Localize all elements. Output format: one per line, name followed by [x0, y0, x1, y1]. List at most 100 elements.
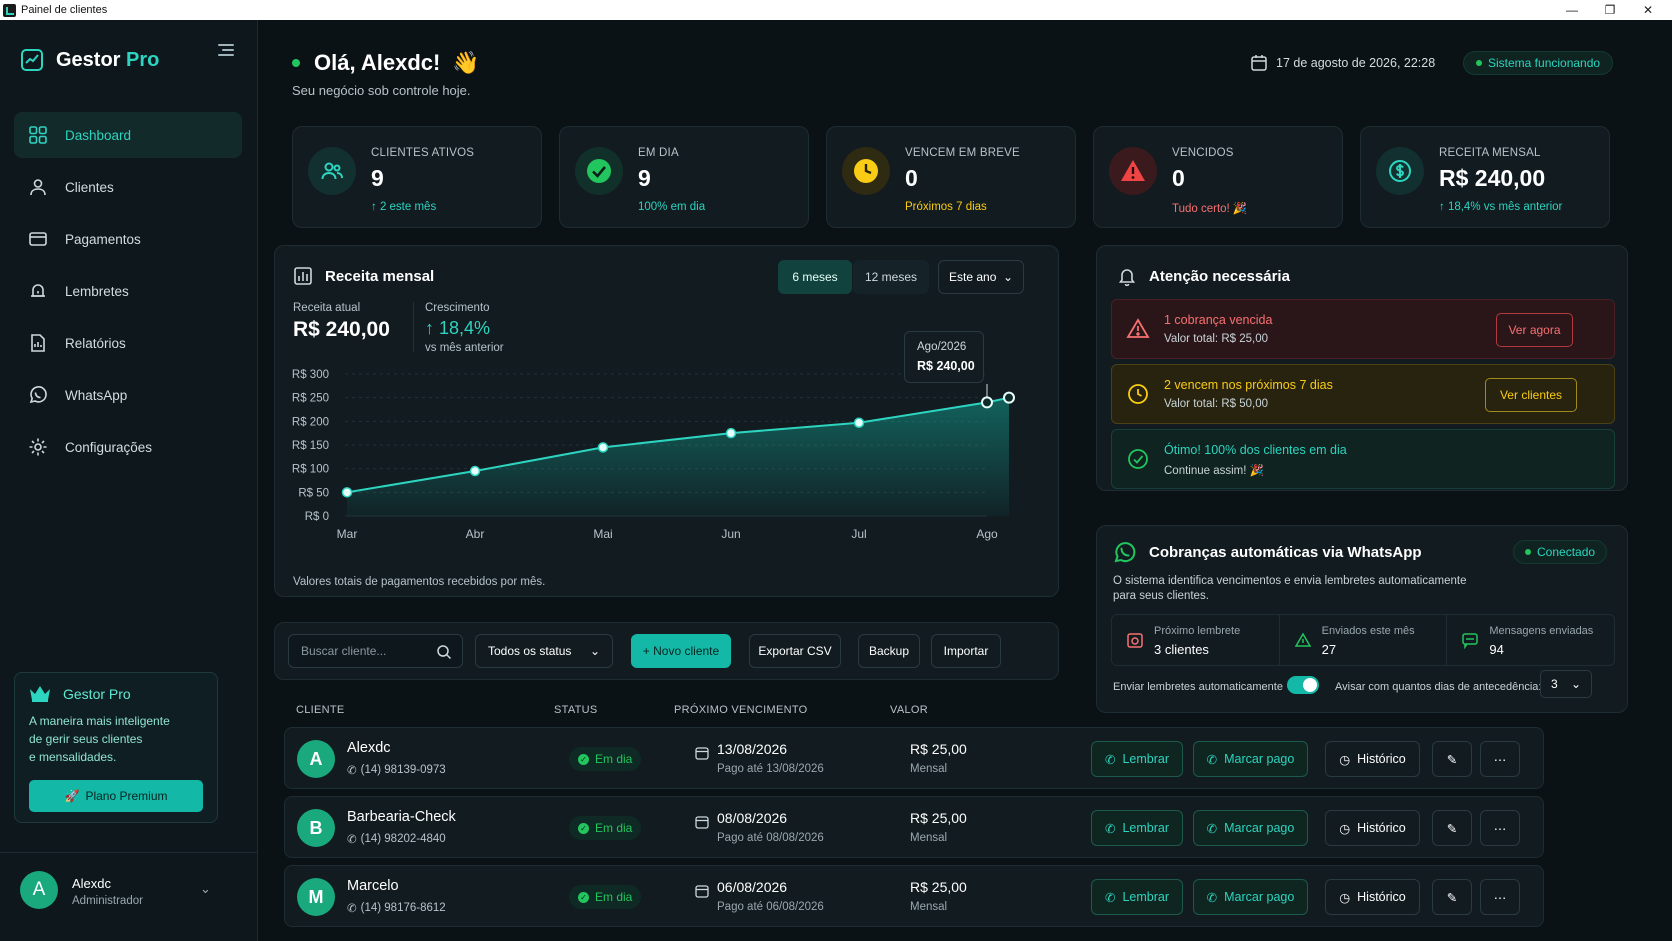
sidebar-item-clientes[interactable]: Clientes: [14, 164, 242, 210]
edit-button[interactable]: ✎: [1432, 879, 1472, 915]
import-button[interactable]: Importar: [931, 634, 1001, 668]
whatsapp-icon: [29, 386, 47, 404]
clock-icon: [842, 147, 890, 195]
close-icon[interactable]: ✕: [1628, 0, 1668, 20]
sidebar-item-configuracoes[interactable]: Configurações: [14, 424, 242, 470]
page-title: Olá, Alexdc! 👋: [292, 50, 480, 76]
new-client-label: + Novo cliente: [642, 644, 720, 658]
more-button[interactable]: ⋯: [1480, 879, 1520, 915]
more-icon: ⋯: [1493, 821, 1507, 836]
days-before-value: 3: [1551, 677, 1558, 691]
sidebar-item-whatsapp[interactable]: WhatsApp: [14, 372, 242, 418]
data-point: [469, 465, 481, 477]
promo-text-3: e mensalidades.: [29, 750, 117, 764]
client-phone: ✆ (14) 98139-0973: [347, 763, 446, 777]
whatsapp-title: Cobranças automáticas via WhatsApp: [1149, 543, 1422, 561]
kpi-sub: 100% em dia: [638, 201, 706, 213]
warning-icon: [1126, 318, 1150, 338]
search-input[interactable]: Buscar cliente...: [288, 634, 463, 668]
y-tick-label: R$ 250: [292, 393, 329, 405]
see-now-button[interactable]: Ver agora: [1496, 313, 1573, 347]
avatar: B: [297, 809, 335, 847]
days-before-select[interactable]: 3 ⌄: [1540, 670, 1592, 698]
new-client-button[interactable]: + Novo cliente: [631, 634, 731, 668]
remind-button[interactable]: ✆ Lembrar: [1091, 741, 1183, 777]
paid-until: Pago até 08/08/2026: [717, 832, 824, 844]
data-point: [597, 442, 609, 453]
history-button[interactable]: ◷ Histórico: [1325, 741, 1420, 777]
sidebar-item-relatorios[interactable]: Relatórios: [14, 320, 242, 366]
mark-paid-button[interactable]: ✆ Marcar pago: [1193, 879, 1308, 915]
tab-6-months[interactable]: 6 meses: [778, 260, 852, 294]
export-csv-button[interactable]: Exportar CSV: [749, 634, 841, 668]
range-select[interactable]: Este ano ⌄: [938, 260, 1024, 294]
chevron-down-icon: ⌄: [589, 644, 600, 658]
check-icon: ✓: [578, 891, 589, 903]
chevron-down-icon[interactable]: ⌄: [200, 881, 211, 897]
sidebar-item-label: Dashboard: [65, 127, 132, 143]
sidebar-nav: Dashboard Clientes Pagamentos Lembretes …: [14, 112, 242, 476]
history-button[interactable]: ◷ Histórico: [1325, 879, 1420, 915]
column-header-value[interactable]: VALOR: [890, 704, 928, 716]
more-button[interactable]: ⋯: [1480, 810, 1520, 846]
phone-icon: ✆: [347, 834, 357, 846]
table-row[interactable]: A Alexdc ✆ (14) 98139-0973 ✓ Em dia 13/08/…: [284, 727, 1544, 789]
brand-accent: Pro: [126, 48, 160, 71]
table-row[interactable]: B Barbearia-Check ✆ (14) 98202-4840 ✓ Em d…: [284, 796, 1544, 858]
system-status-text: Sistema funcionando: [1488, 56, 1601, 70]
pencil-icon: ✎: [1446, 890, 1458, 905]
x-tick-label: Abr: [466, 527, 485, 541]
premium-plan-button[interactable]: 🚀 Plano Premium: [29, 780, 203, 812]
client-phone: ✆ (14) 98176-8612: [347, 901, 446, 915]
user-name: Alexdc: [72, 876, 112, 891]
page-subtitle: Seu negócio sob controle hoje.: [292, 83, 471, 98]
sidebar: Gestor Pro Dashboard Clientes Pagamentos…: [0, 20, 258, 941]
backup-button[interactable]: Backup: [858, 634, 920, 668]
stat-value: 94: [1489, 642, 1504, 657]
data-point: [341, 487, 353, 498]
remind-label: Lembrar: [1122, 821, 1170, 835]
column-header-client[interactable]: CLIENTE: [296, 704, 345, 716]
edit-button[interactable]: ✎: [1432, 741, 1472, 777]
auto-send-toggle[interactable]: [1287, 676, 1319, 694]
sidebar-item-dashboard[interactable]: Dashboard: [14, 112, 242, 158]
more-button[interactable]: ⋯: [1480, 741, 1520, 777]
whatsapp-icon: ✆: [1104, 752, 1116, 767]
data-point: [981, 396, 993, 409]
status-filter-select[interactable]: Todos os status ⌄: [475, 634, 613, 668]
remind-button[interactable]: ✆ Lembrar: [1091, 879, 1183, 915]
see-clients-button[interactable]: Ver clientes: [1485, 378, 1577, 412]
sidebar-item-lembretes[interactable]: Lembretes: [14, 268, 242, 314]
paid-until: Pago até 06/08/2026: [717, 901, 824, 913]
user-menu[interactable]: A Alexdc Administrador ⌄: [0, 852, 258, 941]
bar-chart-icon: [294, 267, 312, 285]
check-icon: ✓: [578, 753, 589, 765]
premium-promo: Gestor Pro A maneira mais inteligente de…: [14, 672, 218, 823]
brand-logo[interactable]: Gestor Pro: [20, 48, 159, 72]
history-button[interactable]: ◷ Histórico: [1325, 810, 1420, 846]
alert-title: 1 cobrança vencida: [1164, 313, 1273, 327]
reminder-icon: [1127, 633, 1143, 648]
column-header-due[interactable]: PRÓXIMO VENCIMENTO: [674, 704, 808, 716]
billing-period: Mensal: [910, 832, 948, 844]
menu-toggle-icon[interactable]: [218, 44, 234, 58]
connected-badge: Conectado: [1513, 540, 1608, 564]
table-row[interactable]: M Marcelo ✆ (14) 98176-8612 ✓ Em dia 06/08…: [284, 865, 1544, 927]
message-icon: [1462, 633, 1479, 649]
sidebar-item-pagamentos[interactable]: Pagamentos: [14, 216, 242, 262]
promo-title: Gestor Pro: [63, 686, 131, 702]
data-point: [1003, 391, 1015, 404]
restore-icon[interactable]: ❐: [1590, 0, 1630, 20]
mark-paid-button[interactable]: ✆ Marcar pago: [1193, 810, 1308, 846]
kpi-active-clients: Clientes ativos 9 ↑ 2 este mês: [292, 126, 542, 228]
revenue-title: Receita mensal: [325, 267, 435, 285]
edit-button[interactable]: ✎: [1432, 810, 1472, 846]
promo-text-2: de gerir seus clientes: [29, 732, 143, 746]
wave-icon: 👋: [452, 50, 480, 75]
mark-paid-label: Marcar pago: [1224, 890, 1295, 904]
remind-button[interactable]: ✆ Lembrar: [1091, 810, 1183, 846]
mark-paid-button[interactable]: ✆ Marcar pago: [1193, 741, 1308, 777]
column-header-status[interactable]: STATUS: [554, 704, 598, 716]
minimize-icon[interactable]: —: [1552, 0, 1592, 20]
tab-12-months[interactable]: 12 meses: [853, 260, 929, 294]
